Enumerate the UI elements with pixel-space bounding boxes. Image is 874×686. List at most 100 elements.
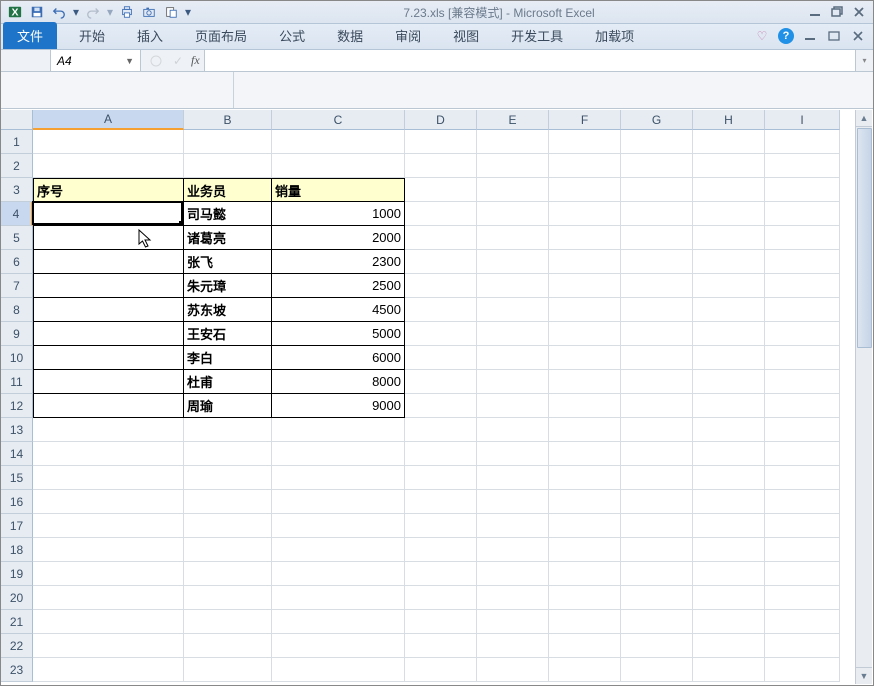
row-header-9[interactable]: 9 bbox=[1, 322, 33, 346]
cell-F6[interactable] bbox=[549, 250, 621, 274]
cell-G8[interactable] bbox=[621, 298, 693, 322]
cell-D12[interactable] bbox=[405, 394, 477, 418]
cell-G10[interactable] bbox=[621, 346, 693, 370]
cell-G13[interactable] bbox=[621, 418, 693, 442]
col-header-H[interactable]: H bbox=[693, 110, 765, 130]
redo-dropdown-icon[interactable]: ▾ bbox=[105, 2, 115, 22]
cell-F19[interactable] bbox=[549, 562, 621, 586]
paste-options-icon[interactable] bbox=[161, 2, 181, 22]
name-box-dropdown-icon[interactable]: ▼ bbox=[125, 56, 134, 66]
col-header-C[interactable]: C bbox=[272, 110, 405, 130]
cell-G19[interactable] bbox=[621, 562, 693, 586]
tab-4[interactable]: 数据 bbox=[327, 22, 373, 49]
cell-G5[interactable] bbox=[621, 226, 693, 250]
cell-F5[interactable] bbox=[549, 226, 621, 250]
scroll-up-icon[interactable]: ▲ bbox=[856, 110, 872, 127]
cell-F18[interactable] bbox=[549, 538, 621, 562]
restore-icon[interactable] bbox=[827, 3, 847, 21]
cell-F14[interactable] bbox=[549, 442, 621, 466]
cell-B14[interactable] bbox=[184, 442, 272, 466]
ribbon-close-icon[interactable] bbox=[849, 27, 867, 45]
cell-F15[interactable] bbox=[549, 466, 621, 490]
cell-A23[interactable] bbox=[33, 658, 184, 682]
formula-input[interactable] bbox=[204, 50, 855, 71]
cell-B9[interactable]: 王安石 bbox=[184, 322, 272, 346]
cell-B12[interactable]: 周瑜 bbox=[184, 394, 272, 418]
cell-A9[interactable] bbox=[33, 322, 184, 346]
minimize-icon[interactable] bbox=[805, 3, 825, 21]
cell-F7[interactable] bbox=[549, 274, 621, 298]
cell-I13[interactable] bbox=[765, 418, 840, 442]
tab-file[interactable]: 文件 bbox=[3, 22, 57, 49]
cell-I6[interactable] bbox=[765, 250, 840, 274]
cell-B8[interactable]: 苏东坡 bbox=[184, 298, 272, 322]
cell-G23[interactable] bbox=[621, 658, 693, 682]
cell-I11[interactable] bbox=[765, 370, 840, 394]
cell-D19[interactable] bbox=[405, 562, 477, 586]
formula-expand-icon[interactable]: ▾ bbox=[855, 50, 873, 71]
tab-8[interactable]: 加载项 bbox=[585, 22, 644, 49]
cell-E22[interactable] bbox=[477, 634, 549, 658]
cell-D23[interactable] bbox=[405, 658, 477, 682]
cell-I10[interactable] bbox=[765, 346, 840, 370]
cell-G16[interactable] bbox=[621, 490, 693, 514]
cell-C2[interactable] bbox=[272, 154, 405, 178]
cell-C19[interactable] bbox=[272, 562, 405, 586]
cell-D10[interactable] bbox=[405, 346, 477, 370]
row-header-4[interactable]: 4 bbox=[1, 202, 33, 226]
cell-E16[interactable] bbox=[477, 490, 549, 514]
cell-E4[interactable] bbox=[477, 202, 549, 226]
tab-0[interactable]: 开始 bbox=[69, 22, 115, 49]
cell-F23[interactable] bbox=[549, 658, 621, 682]
close-icon[interactable] bbox=[849, 3, 869, 21]
save-icon[interactable] bbox=[27, 2, 47, 22]
col-header-E[interactable]: E bbox=[477, 110, 549, 130]
cell-B6[interactable]: 张飞 bbox=[184, 250, 272, 274]
undo-icon[interactable] bbox=[49, 2, 69, 22]
cell-B13[interactable] bbox=[184, 418, 272, 442]
cell-C20[interactable] bbox=[272, 586, 405, 610]
cell-A14[interactable] bbox=[33, 442, 184, 466]
cell-D2[interactable] bbox=[405, 154, 477, 178]
cell-A11[interactable] bbox=[33, 370, 184, 394]
cell-C18[interactable] bbox=[272, 538, 405, 562]
cell-D11[interactable] bbox=[405, 370, 477, 394]
ribbon-restore-icon[interactable] bbox=[825, 27, 843, 45]
row-header-14[interactable]: 14 bbox=[1, 442, 33, 466]
cell-G15[interactable] bbox=[621, 466, 693, 490]
cell-E15[interactable] bbox=[477, 466, 549, 490]
cell-E20[interactable] bbox=[477, 586, 549, 610]
qat-customize-icon[interactable]: ▾ bbox=[183, 2, 193, 22]
cell-F10[interactable] bbox=[549, 346, 621, 370]
cell-D6[interactable] bbox=[405, 250, 477, 274]
redo-icon[interactable] bbox=[83, 2, 103, 22]
cell-E18[interactable] bbox=[477, 538, 549, 562]
cell-E14[interactable] bbox=[477, 442, 549, 466]
cell-B15[interactable] bbox=[184, 466, 272, 490]
col-header-F[interactable]: F bbox=[549, 110, 621, 130]
spreadsheet-grid[interactable]: ABCDEFGHI 123456789101112131415161718192… bbox=[1, 110, 873, 685]
cell-E23[interactable] bbox=[477, 658, 549, 682]
cell-H17[interactable] bbox=[693, 514, 765, 538]
cell-H9[interactable] bbox=[693, 322, 765, 346]
ribbon-minimize-icon[interactable] bbox=[801, 27, 819, 45]
cell-B22[interactable] bbox=[184, 634, 272, 658]
row-header-2[interactable]: 2 bbox=[1, 154, 33, 178]
col-header-D[interactable]: D bbox=[405, 110, 477, 130]
cell-I19[interactable] bbox=[765, 562, 840, 586]
row-header-8[interactable]: 8 bbox=[1, 298, 33, 322]
row-header-7[interactable]: 7 bbox=[1, 274, 33, 298]
cell-I3[interactable] bbox=[765, 178, 840, 202]
cell-G6[interactable] bbox=[621, 250, 693, 274]
row-header-11[interactable]: 11 bbox=[1, 370, 33, 394]
cell-A22[interactable] bbox=[33, 634, 184, 658]
cell-F8[interactable] bbox=[549, 298, 621, 322]
camera-icon[interactable] bbox=[139, 2, 159, 22]
cell-D20[interactable] bbox=[405, 586, 477, 610]
cell-I23[interactable] bbox=[765, 658, 840, 682]
row-header-22[interactable]: 22 bbox=[1, 634, 33, 658]
tab-5[interactable]: 审阅 bbox=[385, 22, 431, 49]
cell-H16[interactable] bbox=[693, 490, 765, 514]
cell-G18[interactable] bbox=[621, 538, 693, 562]
col-header-G[interactable]: G bbox=[621, 110, 693, 130]
